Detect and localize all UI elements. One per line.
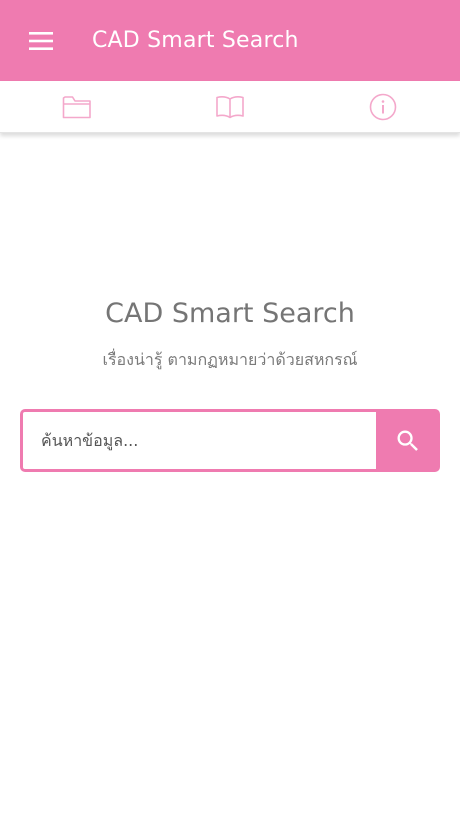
app-bar: CAD Smart Search [0,0,460,81]
hero-section: CAD Smart Search เรื่องน่ารู้ ตามกฏหมายว… [0,300,460,368]
search-icon [397,430,418,451]
search-input[interactable] [20,409,376,472]
info-icon [370,93,397,120]
tab-bar [0,81,460,133]
hero-subtitle: เรื่องน่ารู้ ตามกฏหมายว่าด้วยสหกรณ์ [102,350,358,369]
hamburger-menu-icon [29,31,53,50]
tab-book[interactable] [153,81,306,132]
menu-button[interactable] [0,0,82,81]
app-title: CAD Smart Search [92,28,299,53]
book-open-icon [216,95,244,118]
search-bar [20,409,440,472]
tab-folder[interactable] [0,81,153,132]
tab-info[interactable] [307,81,460,132]
hero-title: CAD Smart Search [105,298,355,329]
search-button[interactable] [376,409,440,472]
folder-icon [62,95,91,118]
